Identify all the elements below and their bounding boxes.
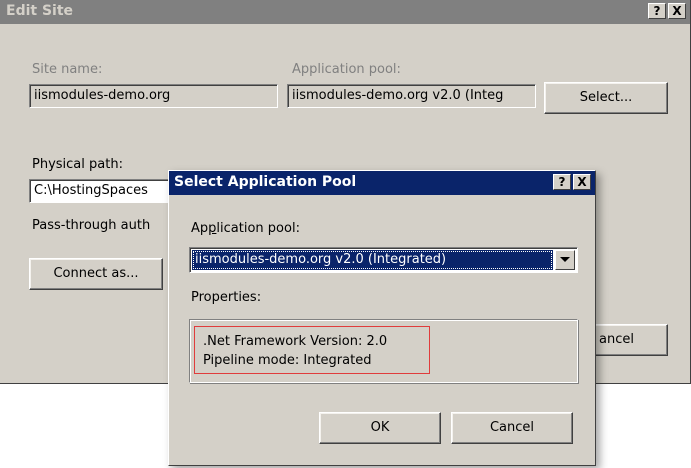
dropdown-arrow-button[interactable]	[555, 250, 575, 270]
cancel-button[interactable]: Cancel	[451, 412, 573, 444]
properties-label: Properties:	[191, 290, 262, 305]
app-pool-label: Application pool:	[191, 221, 300, 236]
dropdown-selected-value: iismodules-demo.org v2.0 (Integrated)	[192, 250, 553, 270]
pass-through-auth-label: Pass-through auth	[32, 218, 151, 233]
site-name-label: Site name:	[32, 62, 103, 77]
physical-path-label: Physical path:	[32, 157, 123, 172]
app-pool-dropdown[interactable]: iismodules-demo.org v2.0 (Integrated)	[189, 247, 578, 273]
edit-site-title: Edit Site	[6, 3, 74, 19]
help-icon[interactable]: ?	[553, 174, 571, 190]
ok-button[interactable]: OK	[319, 412, 441, 444]
properties-highlight-box: .Net Framework Version: 2.0 Pipeline mod…	[194, 326, 430, 374]
select-app-pool-titlebar[interactable]: Select Application Pool ? X	[169, 171, 595, 195]
physical-path-field[interactable]: C:\HostingSpaces	[29, 179, 171, 203]
framework-version-text: .Net Framework Version: 2.0	[203, 334, 388, 349]
chevron-down-icon	[560, 257, 570, 262]
select-button[interactable]: Select...	[544, 82, 668, 114]
app-pool-label: Application pool:	[292, 62, 401, 77]
cancel-label-partial: ancel	[599, 332, 634, 347]
app-pool-field: iismodules-demo.org v2.0 (Integ	[287, 84, 536, 108]
select-app-pool-title: Select Application Pool	[174, 174, 357, 190]
connect-as-button[interactable]: Connect as...	[29, 258, 163, 290]
close-icon[interactable]: X	[573, 174, 591, 190]
site-name-field: iismodules-demo.org	[29, 84, 278, 108]
edit-site-titlebar[interactable]: Edit Site ? X	[0, 0, 690, 24]
help-icon[interactable]: ?	[648, 3, 666, 19]
close-icon[interactable]: X	[668, 3, 686, 19]
properties-box: .Net Framework Version: 2.0 Pipeline mod…	[189, 319, 578, 383]
select-app-pool-dialog: Select Application Pool ? X Application …	[168, 170, 596, 466]
pipeline-mode-text: Pipeline mode: Integrated	[203, 353, 372, 368]
